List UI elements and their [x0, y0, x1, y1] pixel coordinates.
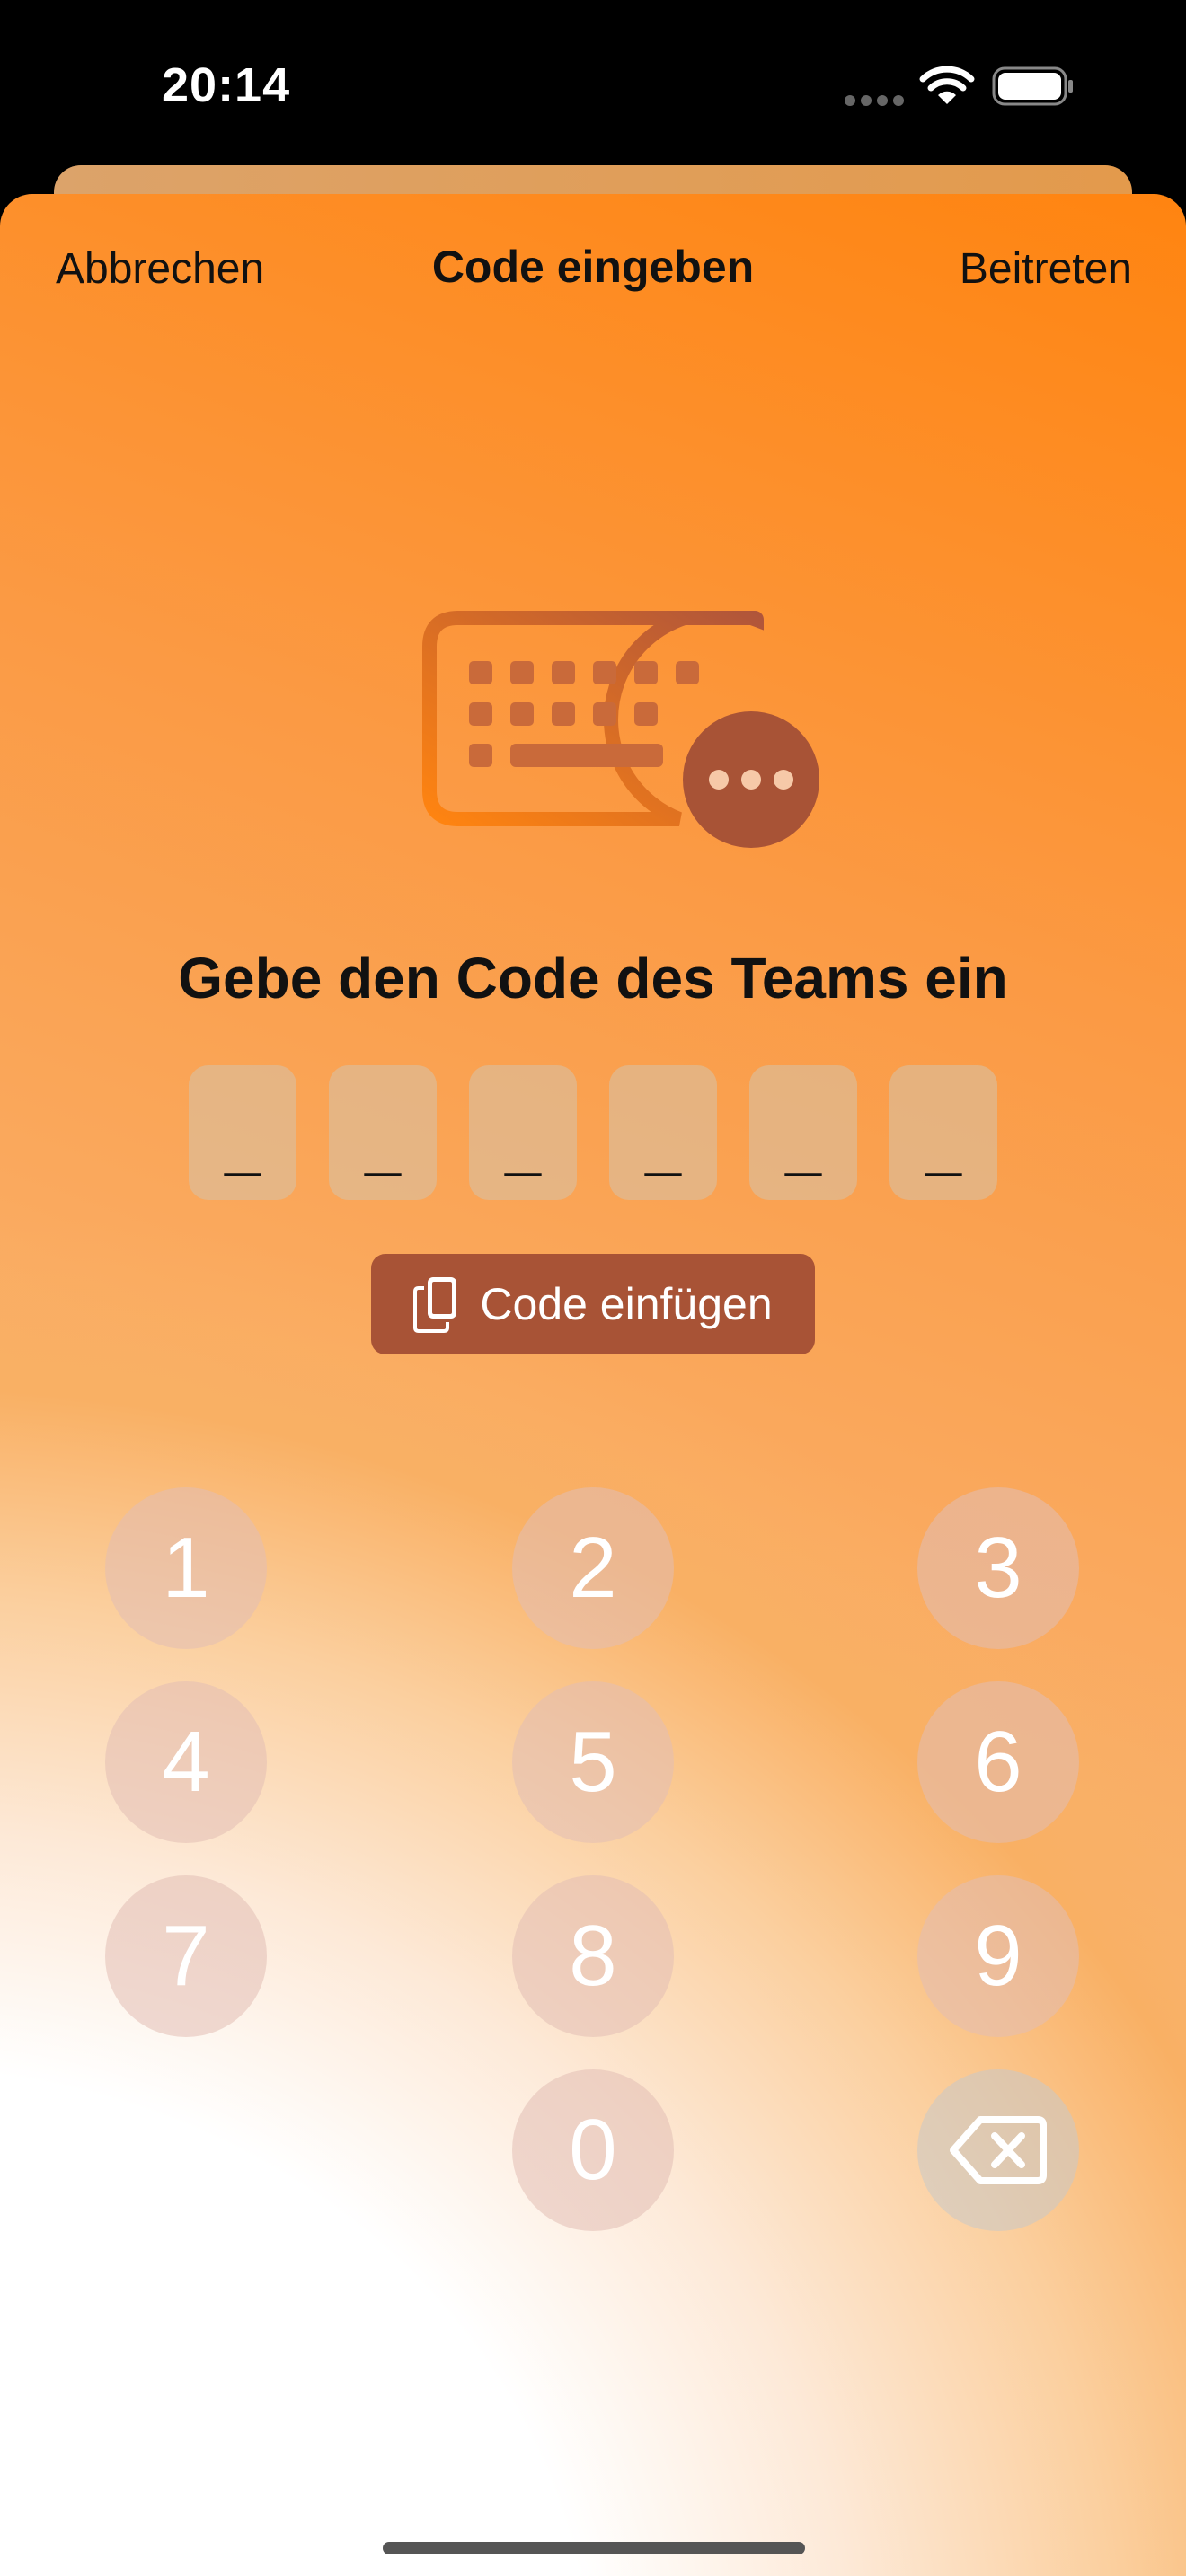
delete-key[interactable] [917, 2069, 1079, 2231]
wifi-icon [919, 66, 975, 104]
instruction-heading: Gebe den Code des Teams ein [178, 946, 1008, 1010]
paste-code-button[interactable]: Code einfügen [371, 1254, 815, 1354]
signal-dots-icon [845, 95, 904, 106]
code-slot-value: _ [644, 1110, 682, 1182]
key-4[interactable]: 4 [105, 1681, 267, 1843]
code-slot-value: _ [784, 1110, 822, 1182]
delete-backward-icon [950, 2116, 1047, 2184]
code-slot-value: _ [364, 1110, 402, 1182]
code-slot[interactable]: _ [469, 1065, 577, 1200]
key-7[interactable]: 7 [105, 1875, 267, 2037]
code-slot[interactable]: _ [609, 1065, 717, 1200]
battery-icon [992, 66, 1073, 106]
keyboard-ellipsis-icon [422, 611, 819, 848]
key-9[interactable]: 9 [917, 1875, 1079, 2037]
enter-code-sheet: Abbrechen Code eingeben Beitreten Gebe d… [0, 194, 1186, 2576]
key-1[interactable]: 1 [105, 1487, 267, 1649]
code-slot-value: _ [925, 1110, 962, 1182]
key-8[interactable]: 8 [512, 1875, 674, 2037]
status-bar: 20:14 [0, 0, 1186, 180]
key-5[interactable]: 5 [512, 1681, 674, 1843]
status-time: 20:14 [162, 58, 291, 112]
key-6[interactable]: 6 [917, 1681, 1079, 1843]
key-2[interactable]: 2 [512, 1487, 674, 1649]
join-button[interactable]: Beitreten [960, 244, 1132, 294]
home-indicator [383, 2542, 805, 2554]
paste-code-label: Code einfügen [480, 1279, 773, 1329]
key-0[interactable]: 0 [512, 2069, 674, 2231]
clipboard-phone-icon [413, 1277, 457, 1333]
code-slot[interactable]: _ [890, 1065, 997, 1200]
code-slot[interactable]: _ [189, 1065, 296, 1200]
code-slot[interactable]: _ [749, 1065, 857, 1200]
key-3[interactable]: 3 [917, 1487, 1079, 1649]
code-slot[interactable]: _ [329, 1065, 437, 1200]
code-slot-value: _ [504, 1110, 542, 1182]
code-slot-value: _ [224, 1110, 261, 1182]
